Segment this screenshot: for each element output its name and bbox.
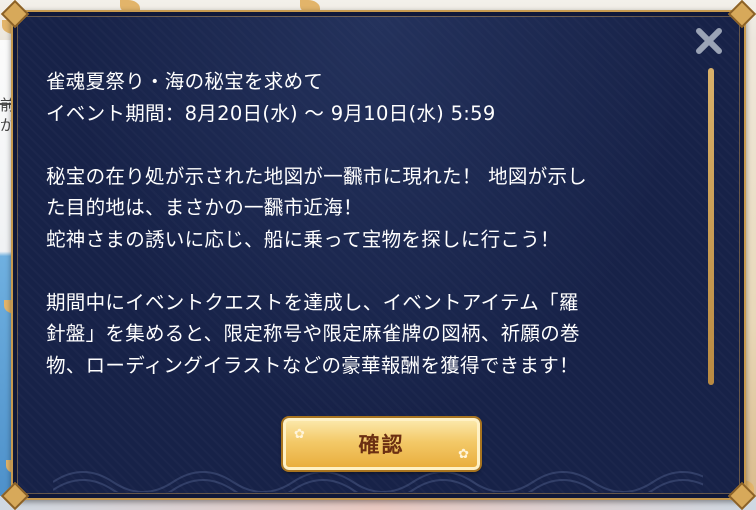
sakura-icon: ✿ bbox=[458, 447, 469, 462]
event-period: イベント期間：8月20日(水) 〜 9月10日(水) 5:59 bbox=[46, 101, 496, 125]
close-x-icon bbox=[696, 28, 722, 54]
reward-line: 針盤」を集めると、限定称号や限定麻雀牌の図柄、祈願の巻 bbox=[46, 322, 580, 345]
notice-title: 雀魂夏祭り・海の秘宝を求めて bbox=[46, 70, 324, 93]
sakura-icon: ✿ bbox=[294, 427, 305, 442]
scrollbar-thumb[interactable] bbox=[708, 68, 714, 385]
story-line: た目的地は、まさかの一飜市近海！ bbox=[46, 196, 363, 219]
notice-body: 雀魂夏祭り・海の秘宝を求めて イベント期間：8月20日(水) 〜 9月10日(水… bbox=[46, 66, 701, 381]
confirm-button-label: 確認 bbox=[358, 432, 405, 457]
close-button[interactable] bbox=[692, 24, 726, 58]
event-notice-dialog: 雀魂夏祭り・海の秘宝を求めて イベント期間：8月20日(水) 〜 9月10日(水… bbox=[0, 0, 756, 510]
story-line: 蛇神さまの誘いに応じ、船に乗って宝物を探しに行こう！ bbox=[46, 227, 560, 251]
reward-line: 期間中にイベントクエストを達成し、イベントアイテム「羅 bbox=[46, 290, 579, 314]
story-line: 秘宝の在り処が示された地図が一飜市に現れた！ 地図が示し bbox=[46, 164, 588, 188]
scrollbar-track[interactable] bbox=[708, 68, 714, 385]
confirm-button[interactable]: ✿ 確認 ✿ bbox=[283, 418, 480, 470]
reward-line: 物、ローディングイラストなどの豪華報酬を獲得できます！ bbox=[46, 353, 579, 377]
